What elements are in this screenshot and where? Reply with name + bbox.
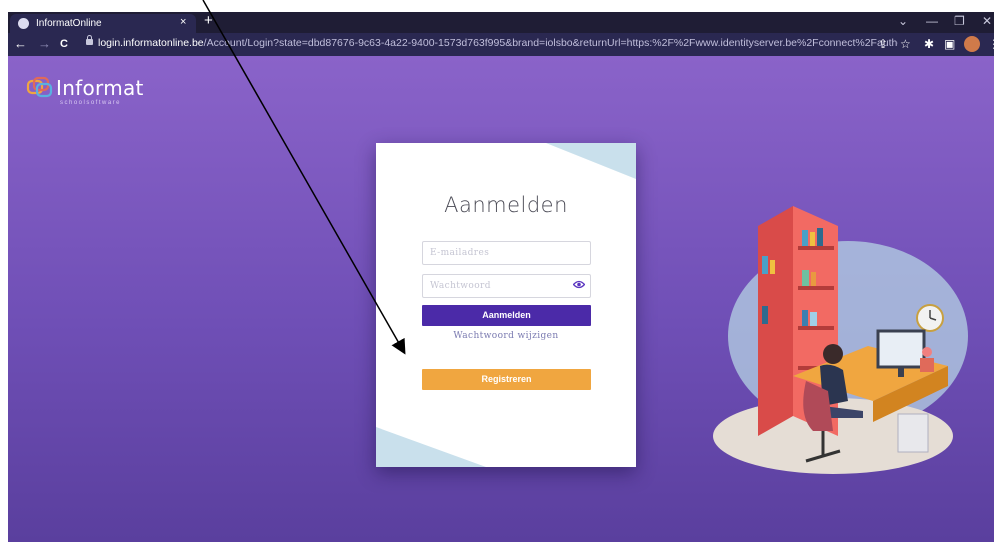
informat-logo-mark-icon — [26, 76, 53, 98]
tab-strip: InformatOnline × + ⌄ — ❐ ✕ — [8, 12, 994, 33]
lock-icon[interactable] — [86, 35, 93, 45]
page-title: Aanmelden — [444, 193, 568, 217]
profile-avatar[interactable] — [964, 36, 980, 52]
tab-close-icon[interactable]: × — [180, 16, 186, 28]
back-icon[interactable]: ← — [14, 36, 27, 51]
tab-search-icon[interactable]: ⌄ — [898, 14, 908, 28]
browser-menu-icon[interactable]: ⋮ — [988, 37, 994, 51]
url-text: login.informatonline.be/Account/Login?st… — [98, 37, 898, 49]
pc-tower — [897, 413, 929, 453]
login-button[interactable]: Aanmelden — [422, 305, 591, 326]
bookmark-star-icon[interactable]: ☆ — [900, 37, 911, 51]
informat-logo: Informat schoolsoftware — [26, 76, 143, 106]
url-host: login.informatonline.be — [98, 37, 204, 49]
office-illustration — [713, 206, 968, 474]
browser-tab[interactable]: InformatOnline × — [10, 14, 196, 33]
show-password-eye-icon[interactable] — [573, 280, 585, 289]
tab-title: InformatOnline — [36, 18, 102, 29]
side-panel-icon[interactable]: ▣ — [944, 37, 955, 51]
address-bar[interactable]: login.informatonline.be/Account/Login?st… — [86, 35, 906, 52]
close-window-icon[interactable]: ✕ — [982, 14, 992, 28]
new-tab-icon[interactable]: + — [204, 12, 213, 29]
card-decoration-bottom — [376, 427, 486, 467]
logo-wordmark: Informat — [56, 76, 144, 100]
register-button[interactable]: Registreren — [422, 369, 591, 390]
password-field[interactable]: Wachtwoord — [422, 274, 591, 298]
favicon-icon — [18, 18, 29, 29]
card-decoration-top — [546, 143, 636, 179]
email-placeholder: E-mailadres — [430, 248, 490, 258]
email-field[interactable]: E-mailadres — [422, 241, 591, 265]
reload-icon[interactable]: C — [60, 38, 68, 50]
login-card: Aanmelden E-mailadres Wachtwoord Aanmeld… — [376, 143, 636, 467]
change-password-link[interactable]: Wachtwoord wijzigen — [376, 331, 636, 341]
browser-window: InformatOnline × + ⌄ — ❐ ✕ ← → C login.i… — [8, 12, 994, 542]
restore-icon[interactable]: ❐ — [954, 14, 965, 28]
minimize-icon[interactable]: — — [926, 14, 938, 28]
share-icon[interactable]: ⇪ — [878, 37, 888, 51]
url-path: /Account/Login?state=dbd87676-9c63-4a22-… — [203, 37, 898, 49]
browser-toolbar: ← → C login.informatonline.be/Account/Lo… — [8, 33, 994, 56]
forward-icon[interactable]: → — [38, 36, 51, 51]
logo-tagline: schoolsoftware — [60, 100, 122, 106]
password-placeholder: Wachtwoord — [430, 281, 491, 291]
extensions-icon[interactable]: ✱ — [924, 37, 934, 51]
login-page: Informat schoolsoftware Aanmelden E-mail… — [8, 56, 994, 542]
